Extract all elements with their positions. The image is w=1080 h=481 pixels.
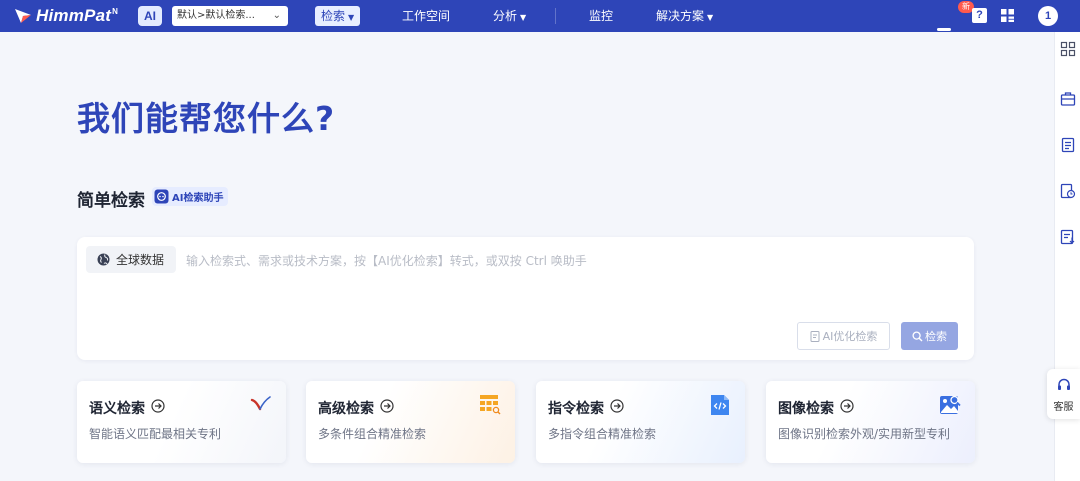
ai-optimize-search-button[interactable]: AI优化检索	[797, 322, 890, 350]
arrow-circle-right-icon	[840, 399, 854, 413]
caret-down-icon: ▼	[707, 13, 714, 22]
image-search-icon	[940, 395, 961, 414]
search-button[interactable]: 检索	[901, 322, 958, 350]
card-command-search[interactable]: 指令检索 多指令组合精准检索	[536, 381, 745, 463]
search-button-label: 检索	[925, 330, 947, 343]
document-download-icon[interactable]	[1060, 229, 1076, 245]
help-icon[interactable]: ?	[972, 8, 987, 23]
briefcase-icon[interactable]	[1060, 91, 1076, 107]
apps-grid-icon[interactable]	[1000, 8, 1015, 23]
caret-down-icon: ▼	[520, 13, 527, 22]
nav-analysis[interactable]: 分析 ▼	[493, 0, 526, 32]
headset-icon	[1057, 378, 1070, 390]
arrow-circle-right-icon	[610, 399, 624, 413]
nav-search[interactable]: 检索 ▼	[315, 6, 361, 26]
global-data-label: 全球数据	[116, 253, 165, 267]
global-data-button[interactable]: 全球数据	[86, 246, 176, 273]
search-icon	[912, 330, 923, 341]
ai-optimize-search-label: AI优化检索	[822, 330, 878, 343]
card-description: 多指令组合精准检索	[548, 427, 657, 441]
code-file-icon	[711, 395, 729, 415]
user-avatar[interactable]: 1	[1038, 6, 1058, 26]
nav-solutions[interactable]: 解决方案 ▼	[656, 0, 713, 32]
top-navigation-bar: HimmPatN AI 默认>默认检索... ⌄ 检索 ▼ 工作空间 分析 ▼ 监控…	[0, 0, 1080, 32]
card-semantic-search[interactable]: 语义检索 智能语义匹配最相关专利	[77, 381, 286, 463]
caret-down-icon: ▼	[348, 13, 355, 22]
customer-service-button[interactable]: 客服	[1047, 369, 1080, 419]
globe-icon	[97, 253, 110, 266]
card-description: 图像识别检索外观/实用新型专利	[778, 427, 951, 441]
search-input[interactable]	[186, 251, 956, 271]
section-title: 简单检索	[77, 191, 145, 211]
arrow-circle-right-icon	[380, 399, 394, 413]
apps-icon[interactable]	[1060, 41, 1076, 57]
page-title: 我们能帮您什么?	[77, 99, 336, 138]
nav-indicator	[937, 28, 951, 31]
table-search-icon	[480, 395, 501, 415]
logo-text: HimmPatN	[36, 6, 119, 25]
card-image-search[interactable]: 图像检索 图像识别检索外观/实用新型专利	[766, 381, 975, 463]
robot-icon	[154, 189, 169, 204]
card-title: 高级检索	[318, 401, 374, 417]
card-title: 图像检索	[778, 401, 834, 417]
arrow-circle-right-icon	[151, 399, 165, 413]
card-title: 指令检索	[548, 401, 604, 417]
logo-mark-icon	[15, 9, 31, 23]
customer-service-label: 客服	[1053, 402, 1074, 413]
ai-badge-button[interactable]: AI	[138, 6, 162, 26]
search-scope-value: 默认>默认检索...	[177, 10, 255, 21]
chevron-down-icon: ⌄	[272, 10, 281, 21]
card-description: 智能语义匹配最相关专利	[89, 427, 222, 441]
ai-assistant-label: AI检索助手	[172, 193, 224, 204]
search-box: 全球数据 AI优化检索 检索	[77, 237, 974, 360]
document-ai-icon	[810, 330, 820, 342]
ai-assistant-button[interactable]: AI检索助手	[152, 187, 229, 206]
check-mark-icon	[250, 396, 271, 411]
nav-monitor[interactable]: 监控	[589, 0, 613, 32]
document-history-icon[interactable]	[1060, 183, 1076, 199]
card-title: 语义检索	[89, 401, 145, 417]
card-advanced-search[interactable]: 高级检索 多条件组合精准检索	[306, 381, 515, 463]
logo[interactable]: HimmPatN	[14, 6, 118, 26]
search-scope-select[interactable]: 默认>默认检索... ⌄	[172, 6, 288, 26]
document-list-icon[interactable]	[1060, 137, 1076, 153]
nav-divider	[555, 8, 556, 24]
nav-workspace[interactable]: 工作空间	[402, 0, 450, 32]
card-description: 多条件组合精准检索	[318, 427, 427, 441]
